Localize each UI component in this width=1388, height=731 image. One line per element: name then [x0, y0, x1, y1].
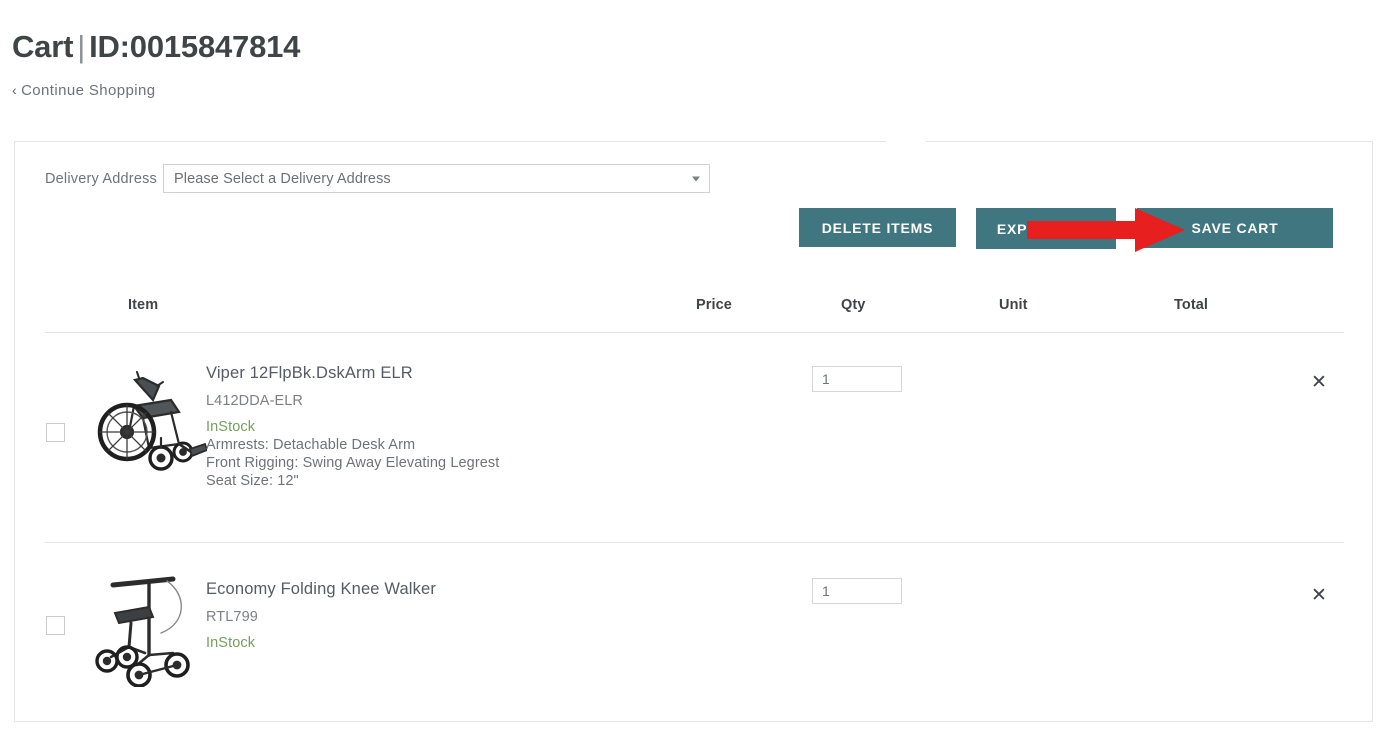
row-divider [45, 542, 1344, 543]
page-title-prefix: Cart [12, 28, 74, 64]
item-details: Economy Folding Knee Walker RTL799 InSto… [206, 580, 436, 653]
item-attribute: Front Rigging: Swing Away Elevating Legr… [206, 455, 500, 471]
item-name-link[interactable]: Economy Folding Knee Walker [206, 580, 436, 599]
cart-page: Cart | ID:0015847814 ‹ Continue Shopping De… [0, 0, 1388, 731]
quantity-input[interactable] [812, 366, 902, 392]
column-header-item: Item [128, 297, 159, 313]
table-row: Economy Folding Knee Walker RTL799 InSto… [15, 554, 1372, 719]
quantity-input[interactable] [812, 578, 902, 604]
save-cart-button[interactable]: SAVE CART [1137, 208, 1333, 248]
column-header-price: Price [696, 297, 732, 313]
item-attribute: Seat Size: 12" [206, 473, 299, 489]
delivery-address-row: Delivery Address Please Select a Deliver… [45, 164, 710, 193]
item-attribute: Armrests: Detachable Desk Arm [206, 437, 416, 453]
card-border-notch [886, 141, 926, 144]
table-column-headers: Item Price Qty Unit Total [15, 297, 1372, 331]
delivery-address-selected-value: Please Select a Delivery Address [174, 170, 391, 187]
delivery-address-label: Delivery Address [45, 170, 157, 187]
row-select-checkbox[interactable] [46, 616, 65, 635]
item-sku: L412DDA-ELR [206, 393, 304, 409]
page-title-separator: | [77, 28, 86, 64]
column-header-unit: Unit [999, 297, 1028, 313]
column-header-qty: Qty [841, 297, 866, 313]
page-title-cart-id: ID:0015847814 [89, 28, 301, 64]
continue-shopping-label: Continue Shopping [21, 82, 156, 99]
delivery-address-select[interactable]: Please Select a Delivery Address [163, 164, 710, 193]
item-stock-status: InStock [206, 635, 256, 651]
knee-walker-image [87, 569, 207, 688]
item-name-link[interactable]: Viper 12FlpBk.DskArm ELR [206, 364, 499, 383]
remove-item-icon[interactable]: ✕ [1307, 583, 1331, 607]
remove-item-icon[interactable]: ✕ [1307, 370, 1331, 394]
page-title: Cart | ID:0015847814 [12, 29, 300, 65]
chevron-left-icon: ‹ [12, 82, 18, 98]
chevron-down-icon [692, 176, 700, 181]
header-divider [45, 332, 1344, 333]
cart-card: Delivery Address Please Select a Deliver… [14, 141, 1373, 722]
continue-shopping-link[interactable]: ‹ Continue Shopping [12, 82, 155, 99]
item-details: Viper 12FlpBk.DskArm ELR L412DDA-ELR InS… [206, 364, 499, 491]
column-header-total: Total [1174, 297, 1209, 313]
row-select-checkbox[interactable] [46, 423, 65, 442]
export-csv-button[interactable]: EXPORT CSV [976, 208, 1116, 249]
table-row: Viper 12FlpBk.DskArm ELR L412DDA-ELR InS… [15, 342, 1372, 537]
item-stock-status: InStock [206, 419, 256, 435]
item-sku: RTL799 [206, 609, 258, 625]
wheelchair-image [87, 370, 209, 488]
delete-items-button[interactable]: DELETE ITEMS [799, 208, 956, 247]
